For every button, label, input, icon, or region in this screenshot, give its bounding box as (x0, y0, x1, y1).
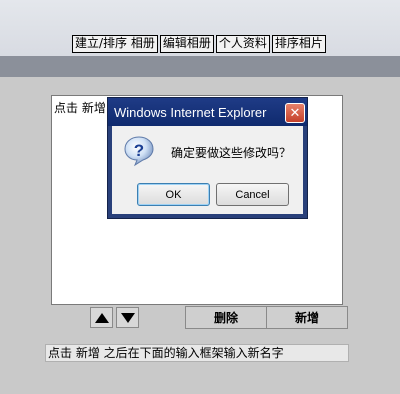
nav-create-sort-album[interactable]: 建立/排序 相册 (72, 35, 158, 53)
gray-band (0, 56, 400, 77)
confirm-dialog: Windows Internet Explorer ✕ ? 确定要做这些修改吗？… (107, 97, 308, 219)
dialog-message: 确定要做这些修改吗？ (171, 146, 292, 160)
add-button[interactable]: 新增 (266, 306, 348, 329)
arrow-up-icon (94, 312, 109, 323)
question-icon: ? (124, 136, 154, 167)
new-name-hint: 点击 新增 之后在下面的输入框架输入新名字 (45, 344, 349, 362)
dialog-body: ? 确定要做这些修改吗？ OK Cancel (112, 126, 303, 214)
close-button[interactable]: ✕ (285, 103, 305, 123)
nav-edit-album[interactable]: 编辑相册 (159, 35, 214, 53)
top-nav: 建立/排序 相册 编辑相册 个人资料 排序相片 (72, 35, 326, 53)
svg-text:?: ? (134, 141, 144, 160)
ok-button[interactable]: OK (137, 183, 210, 206)
close-icon: ✕ (289, 105, 301, 121)
nav-sort-photos[interactable]: 排序相片 (271, 35, 326, 53)
arrow-down-icon (120, 312, 135, 323)
dialog-titlebar: Windows Internet Explorer ✕ (108, 98, 307, 126)
move-down-button[interactable] (116, 307, 139, 328)
nav-profile[interactable]: 个人资料 (215, 35, 270, 53)
cancel-button[interactable]: Cancel (216, 183, 289, 206)
move-up-button[interactable] (90, 307, 113, 328)
list-item[interactable]: 点击 新增 (54, 99, 106, 116)
delete-button[interactable]: 删除 (185, 306, 267, 329)
dialog-title: Windows Internet Explorer (114, 105, 267, 120)
